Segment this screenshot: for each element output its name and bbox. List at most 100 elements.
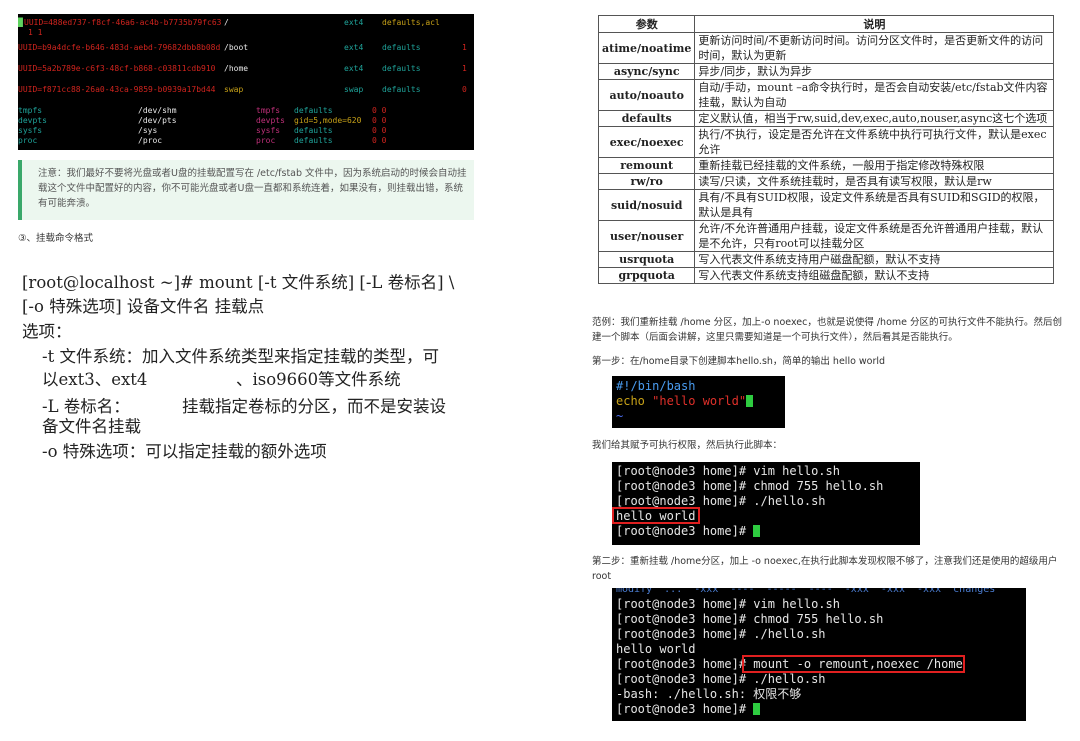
fstab-num: 1 xyxy=(462,64,467,73)
desc-cell: 更新访问时间/不更新访问时间。访问分区文件时，是否更新文件的访问时间，默认为更新 xyxy=(694,32,1055,64)
echo-line: echo "hello world" xyxy=(616,394,754,409)
param-cell: user/nouser xyxy=(597,220,696,252)
desc-cell: 具有/不具有SUID权限，设定文件系统是否具有SUID和SGID的权限，默认是具… xyxy=(694,189,1055,221)
fstab-mount: /home xyxy=(224,64,249,73)
script-terminal: #!/bin/bash echo "hello world" ~ xyxy=(612,376,785,428)
desc-cell: 重新挂载已经挂载的文件系统，一般用于指定修改特殊权限 xyxy=(694,157,1055,174)
param-cell: suid/nosuid xyxy=(597,189,696,221)
fstab-mount: /dev/pts xyxy=(138,116,177,125)
prompt: [root@node3 home]# xyxy=(616,524,754,538)
desc-cell: 读写/只读，文件系统挂载时，是否具有读写权限，默认是rw xyxy=(694,173,1055,190)
param-cell: usrquota xyxy=(597,251,696,268)
fstab-fs: tmpfs xyxy=(256,106,281,115)
desc-cell: 写入代表文件系统支持用户磁盘配额，默认不支持 xyxy=(694,251,1055,268)
column-header: 参数 xyxy=(597,15,696,33)
table-row: defaults 定义默认值，相当于rw,suid,dev,exec,auto,n… xyxy=(597,110,1055,127)
fstab-uuid: UUID=488ed737-f8cf-46a6-ac4b-b7735b79fc6… xyxy=(24,18,222,27)
step1-text: 第一步：在/home目录下创建脚本hello.sh，简单的输出 hello wo… xyxy=(592,356,886,367)
table-row: grpquota 写入代表文件系统支持组磁盘配额，默认不支持 xyxy=(597,267,1055,284)
fstab-opts: defaults xyxy=(382,85,421,94)
param-cell: defaults xyxy=(597,110,696,127)
table-row: remount 重新挂载已经挂载的文件系统，一般用于指定修改特殊权限 xyxy=(597,157,1055,174)
param-cell: auto/noauto xyxy=(597,79,696,111)
terminal-cursor xyxy=(753,525,761,537)
mount-options-table: 参数 说明 atime/noatime 更新访问时间/不更新访问时间。访问分区文件… xyxy=(597,15,1055,284)
fstab-mount: /sys xyxy=(138,126,158,135)
terminal-prompt-line: [root@node3 home]# xyxy=(616,524,761,539)
noexec-terminal: modify ... -xxx ---- ----- ---- -xxx -xx… xyxy=(612,588,1026,721)
option-L-line1b: 挂载指定卷标的分区，而不是安装设 xyxy=(182,397,446,416)
fstab-uuid: UUID=b9a4dcfe-b646-483d-aebd-79682dbb8b0… xyxy=(18,43,221,52)
desc-cell: 自动/手动，mount –a命令执行时，是否会自动安装/etc/fstab文件内… xyxy=(694,79,1055,111)
fstab-opts: defaults xyxy=(294,136,333,145)
param-cell: atime/noatime xyxy=(597,32,696,64)
fstab-dev: sysfs xyxy=(18,126,43,135)
table-header-row: 参数 说明 xyxy=(597,15,1055,33)
step2-text: 第二步：重新挂载 /home分区，加上 -o noexec,在执行此脚本发现权限… xyxy=(592,556,1058,582)
fstab-num: 0 0 xyxy=(372,116,387,125)
mount-syntax-line2: [-o 特殊选项] 设备文件名 挂载点 xyxy=(22,297,265,316)
option-t-line2b: 、iso9660等文件系统 xyxy=(236,370,401,389)
column-header: 说明 xyxy=(694,15,1055,33)
section-heading: ③、挂载命令格式 xyxy=(18,233,94,244)
options-label: 选项： xyxy=(22,322,72,341)
fstab-mount: /boot xyxy=(224,43,249,52)
fstab-dev: devpts xyxy=(18,116,47,125)
desc-cell: 异步/同步，默认为异步 xyxy=(694,63,1055,80)
fstab-opts: defaults xyxy=(382,43,421,52)
echo-keyword: echo xyxy=(616,394,653,408)
fstab-num: 0 0 xyxy=(372,106,387,115)
shebang-line: #!/bin/bash xyxy=(616,379,696,393)
fstab-mount: / xyxy=(224,18,229,27)
terminal-cursor xyxy=(753,703,761,715)
fstab-num: 0 xyxy=(462,85,467,94)
exec-terminal: [root@node3 home]# vim hello.sh [root@no… xyxy=(612,462,920,545)
option-L-line1a: -L 卷标名： xyxy=(42,397,130,416)
fstab-fs: ext4 xyxy=(344,43,364,52)
fstab-mount: /proc xyxy=(138,136,163,145)
table-row: atime/noatime 更新访问时间/不更新访问时间。访问分区文件时，是否更新… xyxy=(597,32,1055,64)
fstab-dev: proc xyxy=(18,136,38,145)
terminal-line: [root@node3 home]# chmod 755 hello.sh xyxy=(616,612,884,626)
note-callout: 注意：我们最好不要将光盘或者U盘的挂载配置写在 /etc/fstab 文件中，因… xyxy=(18,160,474,220)
example-text: 范例：我们重新挂载 /home 分区，加上-o noexec，也就是说使得 /h… xyxy=(592,317,1063,343)
param-cell: grpquota xyxy=(597,267,696,284)
fstab-opts: defaults xyxy=(294,126,333,135)
tilde-line: ~ xyxy=(616,409,624,423)
terminal-cursor xyxy=(746,395,754,407)
fstab-mount: /dev/shm xyxy=(138,106,177,115)
terminal-prompt-line: [root@node3 home]# xyxy=(616,702,761,717)
fstab-opts: defaults xyxy=(294,106,333,115)
fstab-uuid: UUID=f871cc88-26a0-43ca-9859-b0939a17bd4… xyxy=(18,85,216,94)
option-t-line1: -t 文件系统：加入文件系统类型来指定挂载的类型，可 xyxy=(42,347,439,366)
terminal-line: hello world xyxy=(616,642,696,656)
prompt: [root@node3 home]# xyxy=(616,657,754,671)
desc-cell: 定义默认值，相当于rw,suid,dev,exec,auto,nouser,as… xyxy=(694,110,1055,127)
param-cell: async/sync xyxy=(597,63,696,80)
echo-string: "hello world" xyxy=(652,394,747,408)
option-t-line2a: 以ext3、ext4 xyxy=(42,370,148,389)
terminal-top-line: modify ... -xxx ---- ----- ---- -xxx -xx… xyxy=(616,588,996,595)
fstab-fs: devpts xyxy=(256,116,285,125)
fstab-fs: ext4 xyxy=(344,18,364,27)
table-row: rw/ro 读写/只读，文件系统挂载时，是否具有读写权限，默认是rw xyxy=(597,173,1055,190)
note-text: 注意：我们最好不要将光盘或者U盘的挂载配置写在 /etc/fstab 文件中，因… xyxy=(38,168,467,209)
fstab-opts: defaults xyxy=(382,64,421,73)
param-cell: exec/noexec xyxy=(597,126,696,158)
mount-syntax-line1: [root@localhost ~]# mount [-t 文件系统] [-L … xyxy=(22,273,455,292)
fstab-fs: proc xyxy=(256,136,276,145)
terminal-line: -bash: ./hello.sh: 权限不够 xyxy=(616,687,802,701)
terminal-line: [root@node3 home]# ./hello.sh xyxy=(616,672,826,686)
fstab-fs: swap xyxy=(344,85,364,94)
desc-cell: 写入代表文件系统支持组磁盘配额，默认不支持 xyxy=(694,267,1055,284)
param-cell: rw/ro xyxy=(597,173,696,190)
table-row: suid/nosuid 具有/不具有SUID权限，设定文件系统是否具有SUID和S… xyxy=(597,189,1055,221)
fstab-opts: gid=5,mode=620 xyxy=(294,116,362,125)
terminal-line: [root@node3 home]# vim hello.sh xyxy=(616,464,840,478)
fstab-num: 1 xyxy=(462,43,467,52)
fstab-num: 1 1 xyxy=(28,28,43,37)
table-row: usrquota 写入代表文件系统支持用户磁盘配额，默认不支持 xyxy=(597,251,1055,268)
table-row: async/sync 异步/同步，默认为异步 xyxy=(597,63,1055,80)
fstab-terminal: █ UUID=488ed737-f8cf-46a6-ac4b-b7735b79f… xyxy=(18,14,474,150)
terminal-line: [root@node3 home]# vim hello.sh xyxy=(616,597,840,611)
